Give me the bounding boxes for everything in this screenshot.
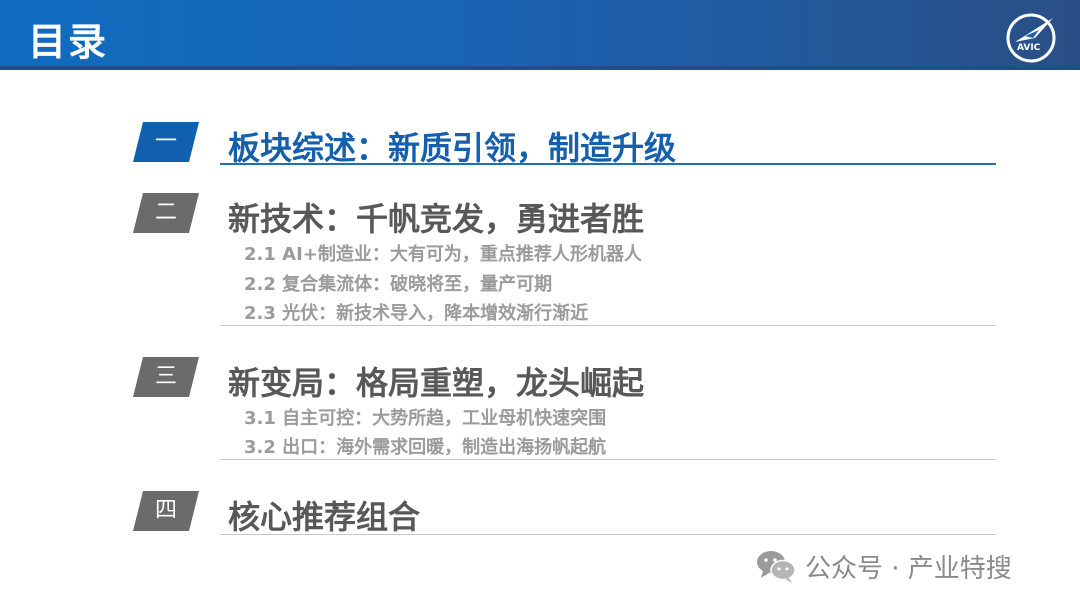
header-bar (0, 0, 1080, 70)
section-4-badge: 四 (133, 491, 199, 531)
section-3-sub-1[interactable]: 3.1 自主可控：大势所趋，工业母机快速突围 (244, 404, 606, 430)
section-2-sub-3[interactable]: 2.3 光伏：新技术导入，降本增效渐行渐近 (244, 299, 588, 325)
section-4-title[interactable]: 核心推荐组合 (228, 492, 420, 538)
section-2-title[interactable]: 新技术：千帆竞发，勇进者胜 (228, 194, 644, 240)
section-3-badge: 三 (133, 357, 199, 397)
wechat-icon (757, 551, 796, 583)
header-divider (0, 66, 1080, 70)
section-1-badge: 一 (133, 122, 199, 162)
section-2-sub-1[interactable]: 2.1 AI+制造业：大有可为，重点推荐人形机器人 (244, 240, 642, 266)
section-1-rule (220, 163, 996, 165)
section-3-rule (220, 459, 996, 460)
watermark: 公众号 · 产业特搜 (755, 548, 1012, 584)
section-3-title[interactable]: 新变局：格局重塑，龙头崛起 (228, 358, 644, 404)
section-2-rule (220, 325, 996, 326)
page-title: 目录 (28, 20, 109, 64)
watermark-text: 公众号 · 产业特搜 (805, 553, 1012, 584)
avic-logo-icon (1006, 13, 1056, 63)
section-3-sub-2[interactable]: 3.2 出口：海外需求回暖，制造出海扬帆起航 (244, 433, 606, 459)
section-4-rule (220, 534, 996, 535)
section-2-badge: 二 (133, 193, 199, 233)
section-2-sub-2[interactable]: 2.2 复合集流体：破晓将至，量产可期 (244, 270, 552, 296)
logo-text: AVIC (1017, 43, 1041, 53)
